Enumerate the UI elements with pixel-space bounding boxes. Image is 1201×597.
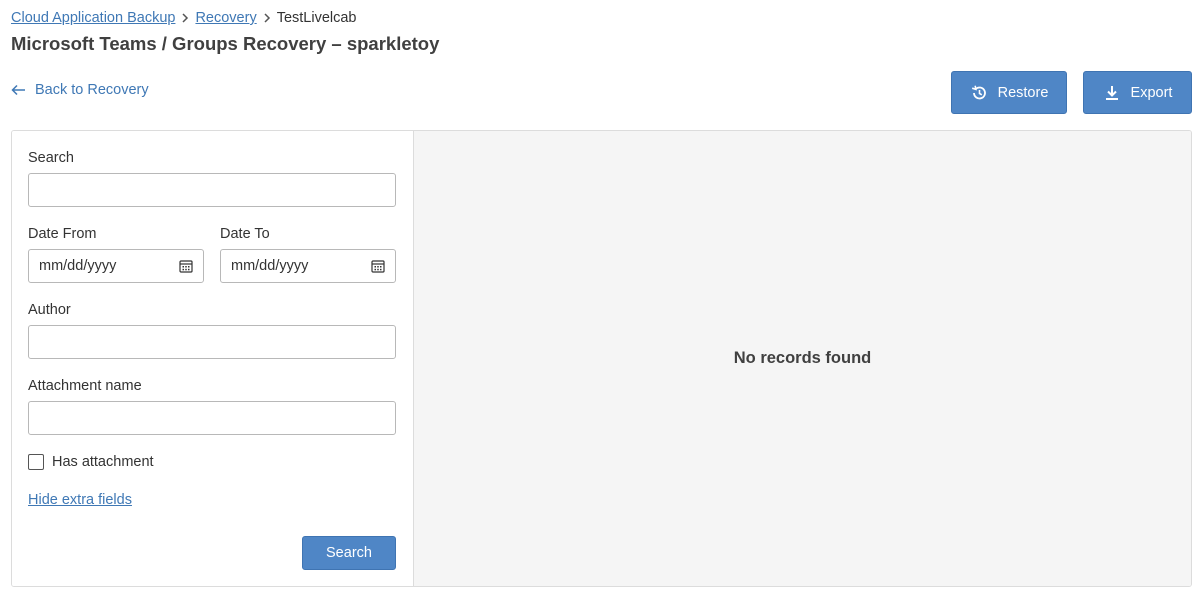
date-from-label: Date From	[28, 226, 97, 242]
author-input[interactable]	[28, 325, 396, 359]
restore-button-label: Restore	[997, 84, 1049, 101]
date-to-input[interactable]: mm/dd/yyyy	[220, 249, 396, 283]
author-label: Author	[28, 302, 71, 318]
export-button-label: Export	[1130, 84, 1173, 101]
breadcrumb: Cloud Application Backup Recovery TestLi…	[11, 8, 357, 28]
page: Cloud Application Backup Recovery TestLi…	[0, 0, 1201, 597]
results-pane: No records found	[414, 131, 1191, 586]
chevron-right-icon	[257, 8, 277, 28]
filter-pane: Search Date From mm/dd/yyyy Date To mm/d…	[12, 131, 414, 586]
date-to-placeholder: mm/dd/yyyy	[231, 258, 309, 274]
calendar-icon[interactable]	[179, 259, 193, 273]
restore-history-icon	[971, 85, 986, 99]
attachment-name-input[interactable]	[28, 401, 396, 435]
attachment-name-label: Attachment name	[28, 378, 142, 394]
date-from-input[interactable]: mm/dd/yyyy	[28, 249, 204, 283]
back-to-recovery-link[interactable]: Back to Recovery	[11, 82, 149, 98]
download-icon	[1105, 85, 1118, 100]
search-label: Search	[28, 150, 74, 166]
has-attachment-row[interactable]: Has attachment	[28, 454, 154, 470]
breadcrumb-current: TestLivelcab	[276, 10, 357, 26]
restore-button[interactable]: Restore	[951, 71, 1067, 114]
date-to-label: Date To	[220, 226, 270, 242]
page-title: Microsoft Teams / Groups Recovery – spar…	[11, 33, 440, 54]
has-attachment-checkbox[interactable]	[28, 454, 44, 470]
date-from-placeholder: mm/dd/yyyy	[39, 258, 117, 274]
chevron-right-icon	[175, 8, 195, 28]
search-button[interactable]: Search	[302, 536, 396, 570]
hide-extra-fields-link[interactable]: Hide extra fields	[28, 492, 132, 508]
has-attachment-label: Has attachment	[52, 454, 154, 470]
calendar-icon[interactable]	[371, 259, 385, 273]
search-input[interactable]	[28, 173, 396, 207]
no-records-message: No records found	[733, 349, 872, 367]
back-link-label: Back to Recovery	[35, 82, 149, 98]
breadcrumb-link-cloud-application-backup[interactable]: Cloud Application Backup	[11, 8, 175, 28]
arrow-left-icon	[11, 84, 25, 96]
breadcrumb-link-recovery[interactable]: Recovery	[195, 8, 256, 28]
recovery-panel: Search Date From mm/dd/yyyy Date To mm/d…	[11, 130, 1192, 587]
export-button[interactable]: Export	[1083, 71, 1192, 114]
